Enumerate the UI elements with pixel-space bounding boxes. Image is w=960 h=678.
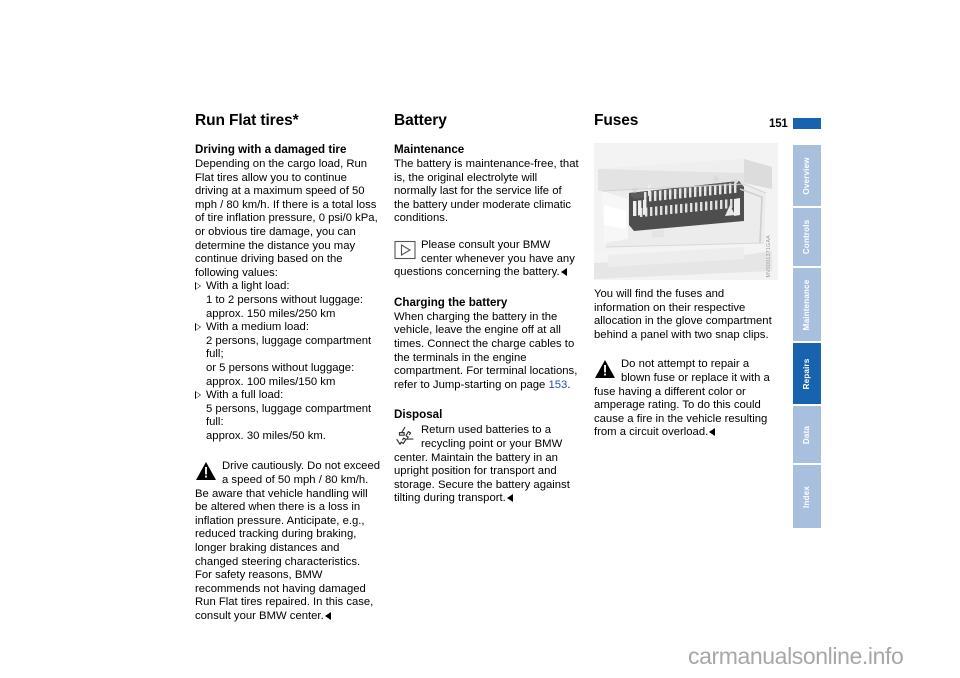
heading-driving-with-damaged-tire: Driving with a damaged tire xyxy=(195,143,347,156)
tab-repairs[interactable]: Repairs xyxy=(793,343,821,404)
list-item-line: 1 to 2 persons without luggage: xyxy=(206,293,364,306)
list-item-head: With a medium load: xyxy=(206,321,309,334)
column-fuses: Fuses MV0001371GAA You will find the fus… xyxy=(594,112,778,440)
manual-page: Run Flat tires* Driving with a damaged t… xyxy=(0,0,960,678)
warning-notice-run-flat: Drive cautiously. Do not exceed a speed … xyxy=(195,460,381,623)
paragraph-run-flat-intro: Depending on the cargo load, Run Flat ti… xyxy=(195,158,378,279)
fuse-box-glove-compartment-illustration: MV0001371GAA xyxy=(594,143,778,280)
tab-label: Controls xyxy=(802,219,811,255)
list-item: With a medium load: xyxy=(195,321,381,335)
tab-label: Maintenance xyxy=(802,279,811,330)
paragraph-battery-maintenance: The battery is maintenance-free, that is… xyxy=(394,158,579,225)
list-item-head: With a light load: xyxy=(206,280,290,293)
tab-label: Repairs xyxy=(802,358,811,389)
list-item: With a light load: xyxy=(195,280,381,294)
end-of-note-icon xyxy=(506,494,513,503)
page-title-battery: Battery xyxy=(394,112,447,129)
list-item-head: With a full load: xyxy=(206,389,284,402)
fuse-box-drawing xyxy=(594,143,778,280)
tab-maintenance[interactable]: Maintenance xyxy=(793,268,821,341)
cross-reference-page-link[interactable]: 153 xyxy=(548,379,567,391)
triangle-bullet-icon xyxy=(195,323,201,332)
triangle-bullet-icon xyxy=(195,391,201,400)
page-title-fuses: Fuses xyxy=(594,112,639,129)
list-item-line: approx. 150 miles/250 km xyxy=(206,307,336,320)
tab-controls[interactable]: Controls xyxy=(793,208,821,266)
page-number-bar xyxy=(793,118,821,129)
list-item-line: 2 persons, luggage compartment full; xyxy=(206,334,372,361)
info-notice-battery: Please consult your BMW center whenever … xyxy=(394,239,580,280)
warning-text: Drive cautiously. Do not exceed a speed … xyxy=(195,460,381,568)
page-number: 151 xyxy=(769,118,788,130)
warning-text-2-value: For safety reasons, BMW recommends not h… xyxy=(195,569,374,622)
paragraph-fuses-location: You will find the fuses and information … xyxy=(594,288,772,341)
thumb-index-tabs: Overview Controls Maintenance Repairs Da… xyxy=(793,145,821,530)
tab-overview[interactable]: Overview xyxy=(793,145,821,206)
tab-label: Index xyxy=(802,485,811,508)
heading-charging-the-battery: Charging the battery xyxy=(394,295,508,309)
site-watermark: carmanualsonline.info xyxy=(688,643,904,669)
list-item: With a full load: xyxy=(195,389,381,403)
triangle-bullet-icon xyxy=(195,282,201,291)
column-run-flat-tires: Run Flat tires* Driving with a damaged t… xyxy=(195,112,381,624)
heading-disposal: Disposal xyxy=(394,408,443,422)
tab-index[interactable]: Index xyxy=(793,465,821,528)
disposal-text: Return used batteries to a recycling poi… xyxy=(394,424,570,504)
list-item-line: or 5 persons without luggage: xyxy=(206,361,355,374)
warning-text-value: Do not attempt to repair a blown fuse or… xyxy=(594,358,770,439)
warning-text: Do not attempt to repair a blown fuse or… xyxy=(594,358,770,438)
warning-triangle-icon xyxy=(195,461,217,481)
page-title-run-flat-tires: Run Flat tires* xyxy=(195,112,299,129)
recycling-icon xyxy=(394,425,416,446)
paragraph-charging-battery: When charging the battery in the vehicle… xyxy=(394,311,580,393)
list-item-line: approx. 30 miles/50 km. xyxy=(206,429,326,442)
list-item-detail: 1 to 2 persons without luggage: approx. … xyxy=(195,294,381,321)
list-item-detail: 5 persons, luggage compartment full: app… xyxy=(195,403,381,444)
warning-notice-fuses: Do not attempt to repair a blown fuse or… xyxy=(594,358,778,440)
info-text-value: Please consult your BMW center whenever … xyxy=(394,238,575,279)
figure-code-label: MV0001371GAA xyxy=(766,235,773,278)
info-triangle-icon xyxy=(394,240,416,260)
disposal-text-value: Return used batteries to a recycling poi… xyxy=(394,424,570,505)
list-item-line: approx. 100 miles/150 km xyxy=(206,375,336,388)
column-battery: Battery Maintenance The battery is maint… xyxy=(394,112,580,506)
end-of-note-icon xyxy=(560,268,567,277)
tab-label: Overview xyxy=(802,156,811,195)
disposal-notice: Return used batteries to a recycling poi… xyxy=(394,424,580,506)
info-text: Please consult your BMW center whenever … xyxy=(394,239,575,278)
heading-maintenance: Maintenance xyxy=(394,143,465,156)
warning-text-2: For safety reasons, BMW recommends not h… xyxy=(195,569,381,623)
list-item-detail: 2 persons, luggage compartment full; or … xyxy=(195,335,381,389)
tab-data[interactable]: Data xyxy=(793,406,821,463)
end-of-note-icon xyxy=(709,428,716,437)
paragraph-charging-battery-tail: . xyxy=(567,378,571,391)
end-of-note-icon xyxy=(324,612,331,620)
tab-label: Data xyxy=(802,425,811,444)
warning-triangle-icon xyxy=(594,359,616,379)
list-item-line: 5 persons, luggage compartment full: xyxy=(206,402,372,429)
load-values-list: With a light load: 1 to 2 persons withou… xyxy=(195,280,381,443)
